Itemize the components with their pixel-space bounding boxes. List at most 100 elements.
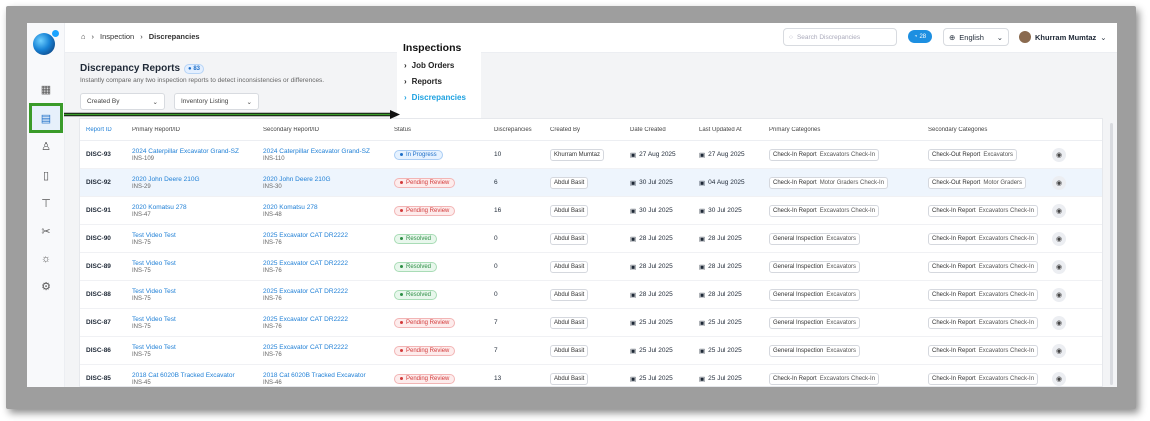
- view-eye-icon[interactable]: ◉: [1052, 287, 1066, 302]
- primary-category-chip: General Inspection Excavators: [769, 260, 861, 273]
- users-icon[interactable]: ♙: [33, 135, 59, 157]
- primary-category-chip: General Inspection Excavators: [769, 232, 861, 245]
- primary-report-link[interactable]: 2020 John Deere 210G: [132, 176, 200, 183]
- created-by-filter[interactable]: Created By ⌄: [80, 93, 165, 110]
- secondary-category-chip: Check-Out Report Motor Graders: [928, 176, 1027, 189]
- secondary-report-link[interactable]: 2020 John Deere 210G: [263, 176, 331, 183]
- column-header[interactable]: Primary Report/ID: [132, 127, 263, 133]
- tools-icon[interactable]: ✂: [33, 220, 59, 242]
- calendar-icon: ▣: [630, 347, 637, 355]
- chevron-right-icon: ›: [91, 32, 95, 41]
- column-header[interactable]: Primary Categories: [769, 127, 928, 133]
- annotation-arrow: [64, 110, 400, 119]
- table-row[interactable]: DISC-91 2020 Komatsu 278 INS-47 2020 Komats…: [80, 197, 1102, 225]
- alerts-icon[interactable]: ☼: [33, 248, 59, 270]
- table-row[interactable]: DISC-88 Test Video Test INS-75 2025 Excavat…: [80, 281, 1102, 309]
- calendar-icon: ▣: [699, 347, 706, 355]
- dashboard-icon[interactable]: ▦: [33, 78, 59, 100]
- column-header[interactable]: Discrepancies: [494, 127, 550, 133]
- created-by-chip: Abdul Basit: [550, 372, 589, 385]
- view-eye-icon[interactable]: ◉: [1052, 315, 1066, 330]
- search-input[interactable]: ○ Search Discrepancies: [783, 28, 897, 46]
- table-row[interactable]: DISC-87 Test Video Test INS-75 2025 Excavat…: [80, 309, 1102, 337]
- chevron-down-icon: ⌄: [246, 98, 252, 106]
- secondary-report-link[interactable]: 2025 Excavator CAT DR2222: [263, 232, 348, 239]
- column-header[interactable]: Secondary Report/ID: [263, 127, 394, 133]
- discrepancy-count: 0: [494, 235, 498, 242]
- discrepancy-count: 7: [494, 319, 498, 326]
- primary-report-link[interactable]: Test Video Test: [132, 288, 176, 295]
- secondary-report-link[interactable]: 2025 Excavator CAT DR2222: [263, 344, 348, 351]
- primary-report-link[interactable]: Test Video Test: [132, 232, 176, 239]
- inspection-nav-icon[interactable]: ▤: [29, 103, 63, 133]
- secondary-report-link[interactable]: 2025 Excavator CAT DR2222: [263, 316, 348, 323]
- status-badge: Resolved: [394, 289, 438, 300]
- primary-report-link[interactable]: Test Video Test: [132, 260, 176, 267]
- secondary-report-link[interactable]: 2024 Caterpillar Excavator Grand-SZ: [263, 148, 370, 155]
- view-eye-icon[interactable]: ◉: [1052, 203, 1066, 218]
- submenu-item-job-orders[interactable]: › Job Orders: [404, 61, 481, 70]
- submenu-item-reports[interactable]: › Reports: [404, 77, 481, 86]
- column-header[interactable]: Secondary Categories: [928, 127, 1074, 133]
- search-placeholder: Search Discrepancies: [796, 33, 861, 41]
- breadcrumb-item[interactable]: Inspection: [100, 32, 134, 41]
- primary-report-id: INS-109: [132, 155, 155, 162]
- settings-icon[interactable]: ⚙: [33, 275, 59, 297]
- date-created: 27 Aug 2025: [639, 151, 676, 158]
- column-header[interactable]: Last Updated At: [699, 127, 769, 133]
- home-icon[interactable]: ⌂: [81, 32, 86, 41]
- view-eye-icon[interactable]: ◉: [1052, 259, 1066, 274]
- secondary-report-link[interactable]: 2025 Excavator CAT DR2222: [263, 260, 348, 267]
- primary-report-link[interactable]: Test Video Test: [132, 316, 176, 323]
- calendar-icon: ▣: [699, 151, 706, 159]
- primary-category-chip: Check-In Report Excavators Check-In: [769, 148, 880, 161]
- primary-report-link[interactable]: Test Video Test: [132, 344, 176, 351]
- primary-report-link[interactable]: 2020 Komatsu 278: [132, 204, 187, 211]
- status-badge: Resolved: [394, 261, 438, 272]
- column-header[interactable]: Date Created: [630, 127, 699, 133]
- column-header[interactable]: Report ID: [80, 127, 132, 133]
- view-eye-icon[interactable]: ◉: [1052, 175, 1066, 190]
- view-eye-icon[interactable]: ◉: [1052, 231, 1066, 246]
- notification-button[interactable]: ◔ 28: [908, 30, 932, 43]
- secondary-report-link[interactable]: 2018 Cat 6020B Tracked Excavator: [263, 372, 366, 379]
- user-menu[interactable]: Khurram Mumtaz ⌄: [1019, 28, 1107, 46]
- table-row[interactable]: DISC-92 2020 John Deere 210G INS-29 2020 Jo…: [80, 169, 1102, 197]
- inventory-listing-filter[interactable]: Inventory Listing ⌄: [174, 93, 259, 110]
- primary-report-link[interactable]: 2018 Cat 6020B Tracked Excavator: [132, 372, 235, 379]
- table-row[interactable]: DISC-86 Test Video Test INS-75 2025 Excavat…: [80, 337, 1102, 365]
- secondary-report-id: INS-76: [263, 239, 282, 246]
- status-badge: In Progress: [394, 149, 443, 160]
- view-eye-icon[interactable]: ◉: [1052, 343, 1066, 358]
- scrollbar[interactable]: [1110, 123, 1113, 385]
- report-id: DISC-91: [86, 207, 111, 214]
- report-id: DISC-86: [86, 347, 111, 354]
- last-updated: 25 Jul 2025: [708, 347, 742, 354]
- sidebar: ▦ ▤ ♙ ▯ ⊤ ✂ ☼ ⚙: [27, 23, 65, 387]
- column-header[interactable]: Status: [394, 127, 494, 133]
- last-updated: 04 Aug 2025: [708, 179, 745, 186]
- table-row[interactable]: DISC-93 2024 Caterpillar Excavator Grand-…: [80, 141, 1102, 169]
- column-header[interactable]: Created By: [550, 127, 630, 133]
- created-by-chip: Abdul Basit: [550, 232, 589, 245]
- table-row[interactable]: DISC-89 Test Video Test INS-75 2025 Excavat…: [80, 253, 1102, 281]
- calendar-icon: ▣: [630, 291, 637, 299]
- last-updated: 25 Jul 2025: [708, 319, 742, 326]
- language-select[interactable]: ⊕ English ⌄: [943, 28, 1009, 46]
- primary-report-link[interactable]: 2024 Caterpillar Excavator Grand-SZ: [132, 148, 239, 155]
- view-eye-icon[interactable]: ◉: [1052, 371, 1066, 386]
- app-window: ▦ ▤ ♙ ▯ ⊤ ✂ ☼ ⚙ ⌂ › Inspection › Discrep…: [27, 23, 1117, 387]
- table-row[interactable]: DISC-85 2018 Cat 6020B Tracked Excavator I…: [80, 365, 1102, 386]
- calendar-icon: ▣: [699, 291, 706, 299]
- primary-report-id: INS-75: [132, 351, 151, 358]
- view-eye-icon[interactable]: ◉: [1052, 147, 1066, 162]
- clipboard-icon[interactable]: ▯: [33, 164, 59, 186]
- table-row[interactable]: DISC-90 Test Video Test INS-75 2025 Excavat…: [80, 225, 1102, 253]
- secondary-report-link[interactable]: 2020 Komatsu 278: [263, 204, 318, 211]
- primary-category-chip: General Inspection Excavators: [769, 288, 861, 301]
- hierarchy-icon[interactable]: ⊤: [33, 192, 59, 214]
- secondary-report-link[interactable]: 2025 Excavator CAT DR2222: [263, 288, 348, 295]
- page-header: Discrepancy Reports ● 83 Instantly compar…: [80, 63, 324, 84]
- discrepancy-count: 13: [494, 375, 502, 382]
- submenu-item-discrepancies[interactable]: › Discrepancies: [404, 93, 481, 102]
